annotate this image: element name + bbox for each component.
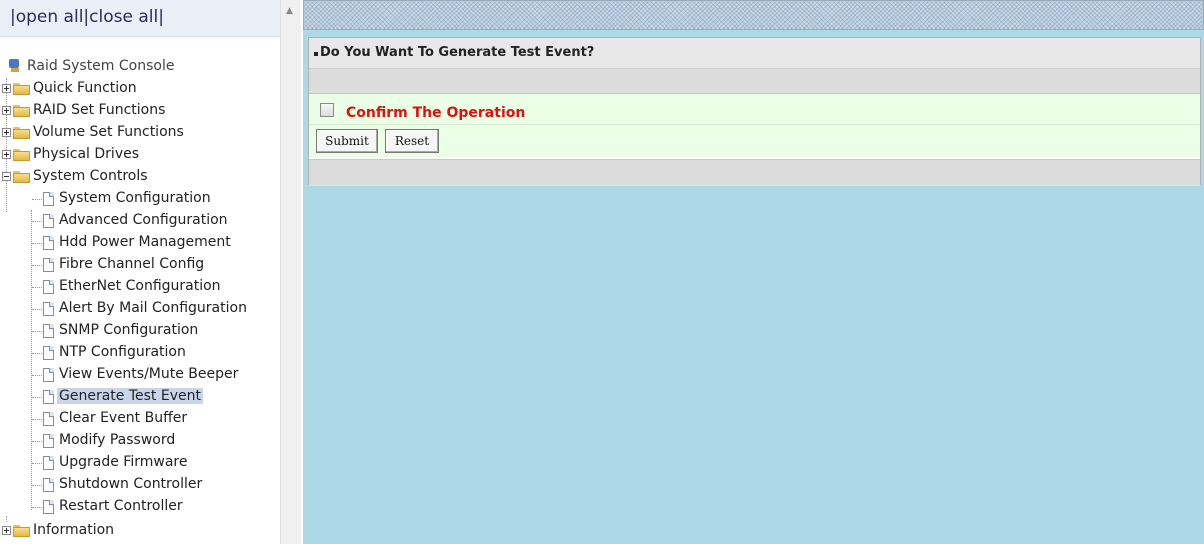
folder-label: Quick Function [33,80,137,96]
expand-icon[interactable] [2,84,11,93]
tree-item-label: Advanced Configuration [59,212,228,228]
form-spacer-row [309,69,1200,94]
page-icon [43,434,54,448]
folder-raid-set-functions[interactable]: RAID Set Functions [0,100,280,122]
page-icon [43,390,54,404]
tree-item-label: Generate Test Event [57,388,203,404]
tree-item-alert-by-mail-configuration[interactable]: Alert By Mail Configuration [0,298,280,320]
form-title: Do You Want To Generate Test Event? [320,45,595,60]
tree-item-ntp-configuration[interactable]: NTP Configuration [0,342,280,364]
tree-item-label: Alert By Mail Configuration [59,300,247,316]
folder-label: Physical Drives [33,146,140,162]
folder-quick-function[interactable]: Quick Function [0,78,280,100]
scroll-up-arrow-icon[interactable]: ▲ [286,6,293,16]
tree-item-restart-controller[interactable]: Restart Controller [0,496,280,518]
folder-label: Information [33,522,115,538]
tree-item-snmp-configuration[interactable]: SNMP Configuration [0,320,280,342]
tree-item-label: View Events/Mute Beeper [59,366,239,382]
open-folder-icon [13,171,30,183]
page-icon [43,500,54,514]
tree-item-hdd-power-management[interactable]: Hdd Power Management [0,232,280,254]
confirm-checkbox[interactable] [320,103,334,117]
page-icon [43,258,54,272]
folder-icon [13,525,30,537]
top-pattern-bar [303,0,1204,30]
page-icon [43,236,54,250]
tree-item-system-configuration[interactable]: System Configuration [0,188,280,210]
folder-icon [13,149,30,161]
content-pane: Do You Want To Generate Test Event? Conf… [303,0,1204,544]
divider [309,124,1200,125]
page-icon [43,280,54,294]
collapse-icon[interactable] [2,172,11,181]
expand-icon[interactable] [2,128,11,137]
tree-item-label: NTP Configuration [59,344,186,360]
tree-item-label: Fibre Channel Config [59,256,205,272]
tree-item-label: EtherNet Configuration [59,278,221,294]
tree-item-upgrade-firmware[interactable]: Upgrade Firmware [0,452,280,474]
folder-label: System Controls [33,168,148,184]
folder-label: Volume Set Functions [33,124,184,140]
confirm-section [309,94,1200,157]
tree-item-view-events-mute-beeper[interactable]: View Events/Mute Beeper [0,364,280,386]
form-header: Do You Want To Generate Test Event? [309,38,1200,69]
open-close-all-links[interactable]: |open all|close all| [0,0,280,37]
page-icon [43,192,54,206]
folder-icon [13,105,30,117]
tree-item-fibre-channel-config[interactable]: Fibre Channel Config [0,254,280,276]
expand-icon[interactable] [2,106,11,115]
expand-icon[interactable] [2,150,11,159]
tree-item-label: Upgrade Firmware [59,454,188,470]
folder-physical-drives[interactable]: Physical Drives [0,144,280,166]
form-footer-row [309,159,1200,186]
console-icon [9,59,21,73]
submit-button[interactable]: Submit [316,129,378,153]
tree-root[interactable]: Raid System Console [0,56,280,78]
tree-item-label: Restart Controller [59,498,183,514]
page-icon [43,456,54,470]
page-icon [43,324,54,338]
page-icon [43,346,54,360]
folder-information[interactable]: Information [0,520,280,542]
folder-volume-set-functions[interactable]: Volume Set Functions [0,122,280,144]
tree-item-ethernet-configuration[interactable]: EtherNet Configuration [0,276,280,298]
page-icon [43,302,54,316]
confirm-label[interactable]: Confirm The Operation [346,105,525,121]
expand-icon[interactable] [2,526,11,535]
page-icon [43,214,54,228]
sidebar-scrollbar[interactable]: ▲ [280,0,301,544]
page-icon [43,368,54,382]
tree-item-label: SNMP Configuration [59,322,199,338]
tree-item-modify-password[interactable]: Modify Password [0,430,280,452]
tree-root-label: Raid System Console [27,58,175,74]
tree-item-advanced-configuration[interactable]: Advanced Configuration [0,210,280,232]
folder-icon [13,83,30,95]
tree-item-label: Hdd Power Management [59,234,231,250]
folder-icon [13,127,30,139]
open-close-all-text[interactable]: |open all|close all| [10,7,164,27]
folder-system-controls[interactable]: System Controls [0,166,280,188]
tree-item-label: Modify Password [59,432,176,448]
tree-item-shutdown-controller[interactable]: Shutdown Controller [0,474,280,496]
tree-item-generate-test-event[interactable]: Generate Test Event [0,386,280,408]
bullet-icon [314,52,318,56]
tree-item-label: Clear Event Buffer [59,410,188,426]
navigation-pane: |open all|close all| Raid System Console… [0,0,301,544]
tree-item-clear-event-buffer[interactable]: Clear Event Buffer [0,408,280,430]
generate-test-event-form: Do You Want To Generate Test Event? Conf… [308,37,1201,186]
folder-label: RAID Set Functions [33,102,166,118]
page-icon [43,478,54,492]
tree-item-label: Shutdown Controller [59,476,203,492]
reset-button[interactable]: Reset [385,129,439,153]
page-icon [43,412,54,426]
tree-item-label: System Configuration [59,190,211,206]
